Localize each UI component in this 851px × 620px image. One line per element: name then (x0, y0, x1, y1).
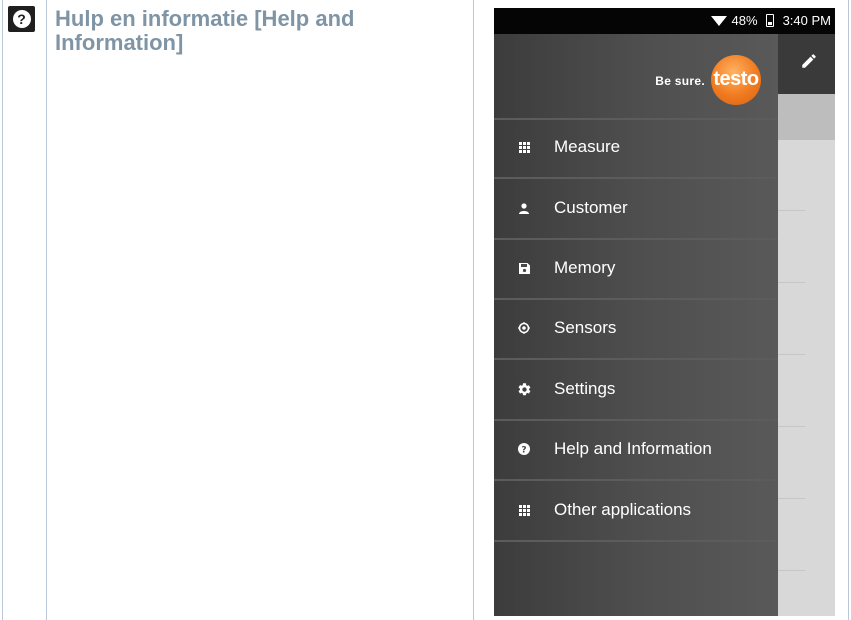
drawer-header: Be sure. testo (494, 34, 778, 118)
help-icon: ? (8, 6, 35, 32)
menu-label: Settings (554, 379, 616, 398)
testo-logo: testo (711, 55, 761, 105)
sensor-icon (494, 322, 554, 334)
help-icon: ? (494, 443, 554, 455)
battery-level: 48% (731, 13, 758, 28)
grid-icon (494, 141, 554, 153)
table-border-left (2, 0, 3, 620)
gear-icon (494, 382, 554, 397)
table-border-mid (473, 0, 474, 620)
menu-label: Customer (554, 198, 628, 217)
menu-label: Help and Information (554, 439, 712, 458)
wifi-icon (710, 15, 727, 26)
background-divider (778, 426, 805, 427)
phone-screenshot: 48% 3:40 PM Be sure. testo Measure Custo… (494, 8, 835, 616)
menu-item-sensors[interactable]: Sensors (494, 299, 778, 357)
background-divider (778, 498, 805, 499)
grid-icon (494, 504, 554, 516)
menu-item-settings[interactable]: Settings (494, 360, 778, 418)
background-strip (778, 94, 835, 140)
status-bar: 48% 3:40 PM (494, 8, 835, 34)
battery-icon (765, 14, 774, 27)
menu-label: Measure (554, 137, 621, 156)
person-icon (494, 202, 554, 214)
table-border-col (46, 0, 47, 620)
background-divider (778, 210, 805, 211)
menu-label: Other applications (554, 500, 692, 519)
menu-item-help[interactable]: ? Help and Information (494, 420, 778, 478)
background-divider (778, 282, 805, 283)
menu-label: Sensors (554, 318, 617, 337)
menu-item-memory[interactable]: Memory (494, 239, 778, 297)
menu-label: Memory (554, 258, 616, 277)
save-icon (494, 262, 554, 274)
svg-text:?: ? (521, 445, 526, 455)
page-title: Hulp en informatie [Help and Information… (55, 6, 355, 55)
navigation-drawer: Be sure. testo Measure Customer Memory S… (494, 34, 778, 616)
brand-tagline: Be sure. (655, 74, 705, 88)
background-divider (778, 354, 805, 355)
drawer-divider (494, 540, 778, 542)
background-divider (778, 570, 805, 571)
menu-item-other-applications[interactable]: Other applications (494, 481, 778, 539)
menu-item-measure[interactable]: Measure (494, 118, 778, 176)
menu-item-customer[interactable]: Customer (494, 179, 778, 237)
clock: 3:40 PM (782, 13, 831, 28)
table-border-right (848, 0, 849, 620)
edit-icon[interactable] (800, 52, 818, 70)
